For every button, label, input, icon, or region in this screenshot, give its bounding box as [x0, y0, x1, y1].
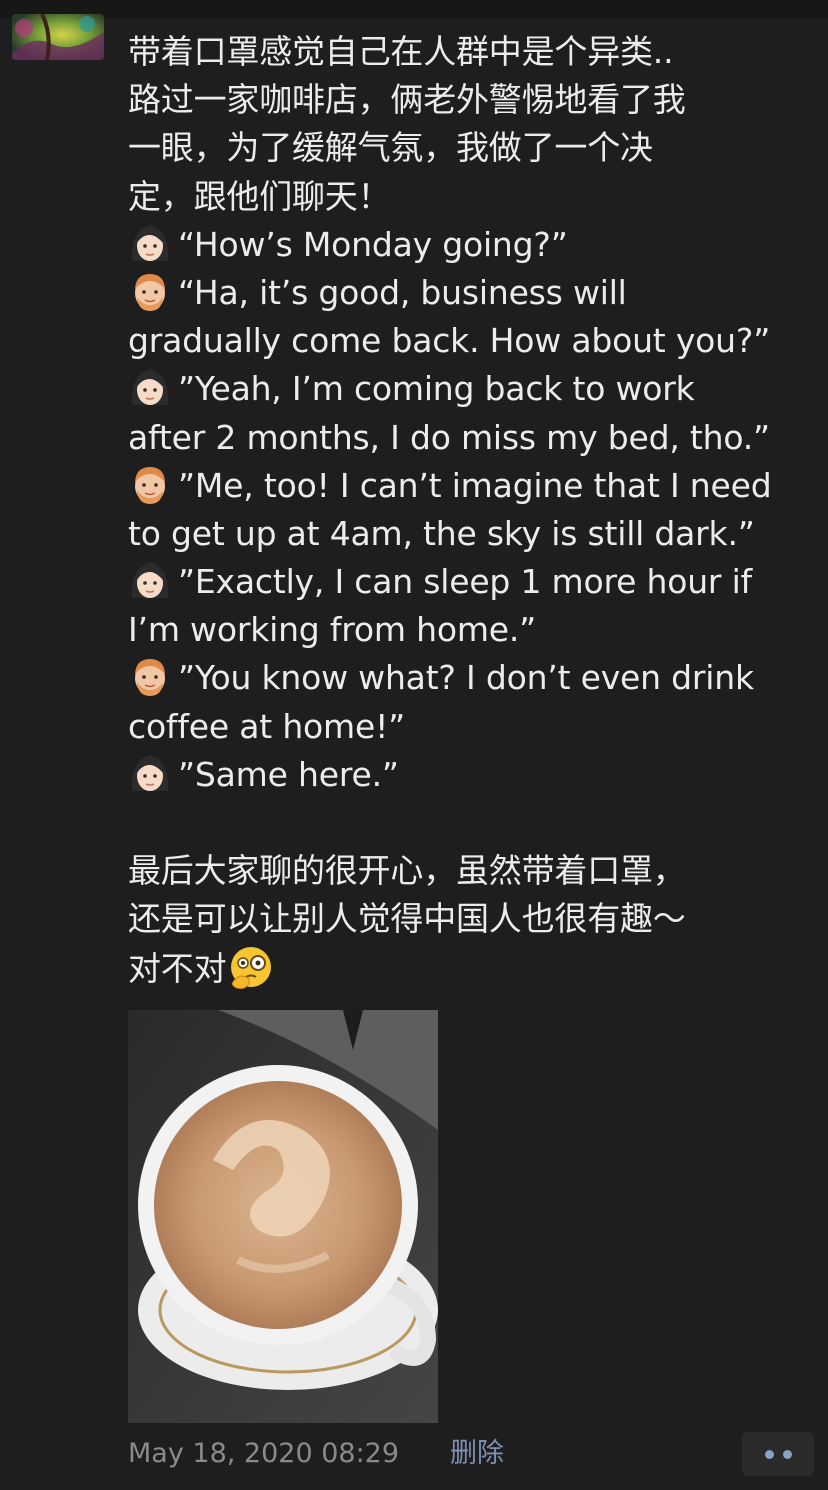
more-dot-icon [765, 1450, 774, 1459]
man-face-icon [128, 654, 172, 698]
post-line: 还是可以让别人觉得中国人也很有趣～ [128, 899, 686, 939]
dialogue-line-man: “Ha, it’s good, business will [128, 269, 818, 317]
more-dot-icon [783, 1450, 792, 1459]
post-line: 最后大家聊的很开心，虽然带着口罩， [128, 851, 686, 891]
coffee-photo[interactable] [128, 1010, 438, 1423]
delete-link[interactable]: 删除 [450, 1434, 504, 1474]
post-line: after 2 months, I do miss my bed, tho.” [128, 417, 770, 457]
dialogue-line-man: ”You know what? I don’t even drink [128, 654, 818, 702]
post-line-last: 对不对 [128, 944, 818, 992]
post-line-text: 对不对 [128, 948, 227, 988]
woman-face-icon [128, 558, 172, 602]
dialogue-text: ”Me, too! I can’t imagine that I need [178, 465, 772, 505]
woman-face-icon [128, 221, 172, 265]
dialogue-line-woman: “How’s Monday going?” [128, 221, 818, 269]
post-text: 带着口罩感觉自己在人群中是个异类.. 路过一家咖啡店，俩老外警惕地看了我 一眼，… [128, 28, 818, 992]
dialogue-line-woman: ”Exactly, I can sleep 1 more hour if [128, 558, 818, 606]
post-line: gradually come back. How about you?” [128, 321, 771, 361]
dialogue-line-man: ”Me, too! I can’t imagine that I need [128, 462, 818, 510]
face-with-monocle-icon [228, 944, 274, 990]
dialogue-text: ”You know what? I don’t even drink [178, 658, 754, 698]
dialogue-text: ”Same here.” [178, 754, 399, 794]
post-line: 一眼，为了缓解气氛，我做了一个决 [128, 128, 653, 168]
woman-face-icon [128, 365, 172, 409]
dialogue-text: ”Yeah, I’m coming back to work [178, 369, 695, 409]
top-strip [0, 0, 828, 18]
dialogue-text: “Ha, it’s good, business will [178, 272, 627, 312]
dialogue-line-woman: ”Same here.” [128, 751, 818, 799]
dialogue-text: “How’s Monday going?” [178, 224, 568, 264]
man-face-icon [128, 269, 172, 313]
post-line: 路过一家咖啡店，俩老外警惕地看了我 [128, 80, 686, 120]
post-timestamp: May 18, 2020 08:29 [128, 1438, 400, 1469]
post-line: coffee at home!” [128, 706, 405, 746]
post-line: 定，跟他们聊天！ [128, 176, 391, 216]
avatar[interactable] [12, 14, 104, 60]
woman-face-icon [128, 751, 172, 795]
man-face-icon [128, 462, 172, 506]
dialogue-line-woman: ”Yeah, I’m coming back to work [128, 365, 818, 413]
more-button[interactable] [742, 1432, 814, 1476]
post-line: to get up at 4am, the sky is still dark.… [128, 513, 755, 553]
post-line: 带着口罩感觉自己在人群中是个异类.. [128, 32, 674, 71]
dialogue-text: ”Exactly, I can sleep 1 more hour if [178, 562, 752, 602]
post-line: I’m working from home.” [128, 610, 537, 650]
